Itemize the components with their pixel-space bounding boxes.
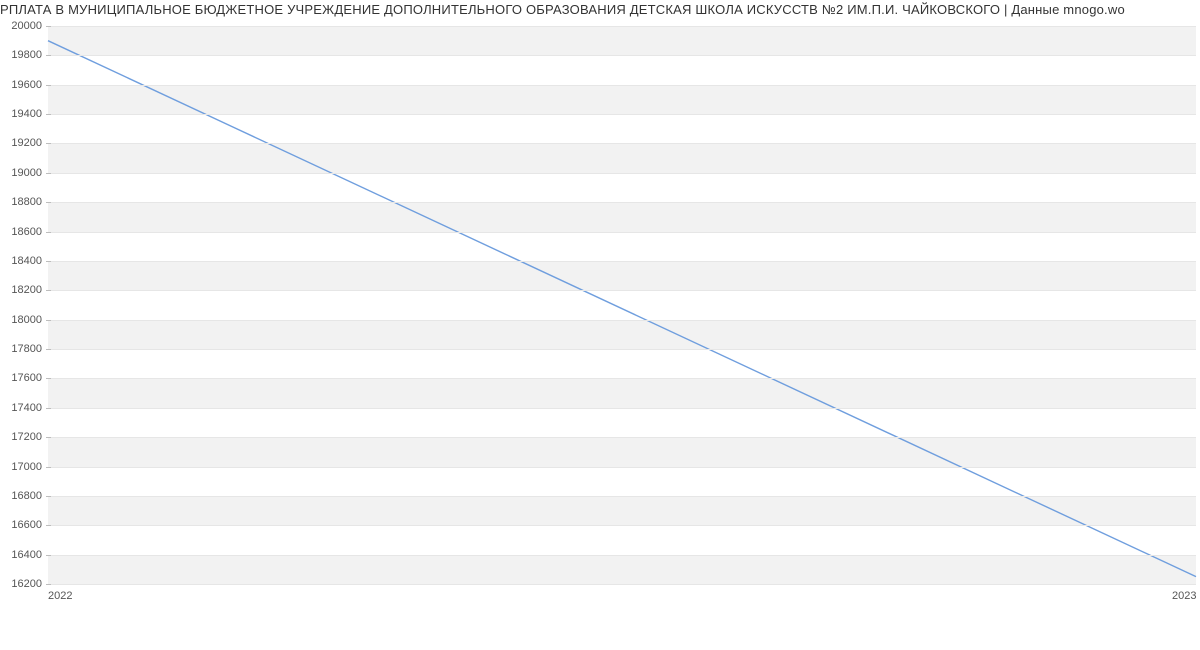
y-tick [46,173,51,174]
y-tick-label: 19400 [0,108,42,120]
y-tick-label: 19800 [0,49,42,61]
y-tick [46,408,51,409]
y-tick [46,349,51,350]
y-tick-label: 17400 [0,402,42,414]
gridline [48,408,1196,409]
x-tick-label: 2023 [1172,590,1196,602]
gridline [48,55,1196,56]
gridline [48,232,1196,233]
gridline [48,525,1196,526]
y-tick-label: 17600 [0,372,42,384]
y-tick-label: 16800 [0,490,42,502]
y-tick [46,496,51,497]
y-tick-label: 17200 [0,431,42,443]
y-tick [46,378,51,379]
y-tick [46,290,51,291]
y-tick-label: 17000 [0,461,42,473]
y-tick [46,437,51,438]
y-tick-label: 18800 [0,196,42,208]
gridline [48,555,1196,556]
gridline [48,378,1196,379]
gridline [48,320,1196,321]
line-series [48,26,1196,584]
y-tick [46,261,51,262]
chart-container: РПЛАТА В МУНИЦИПАЛЬНОЕ БЮДЖЕТНОЕ УЧРЕЖДЕ… [0,0,1200,650]
y-tick [46,143,51,144]
y-tick-label: 19200 [0,137,42,149]
gridline [48,290,1196,291]
y-tick-label: 16400 [0,549,42,561]
y-tick-label: 19600 [0,79,42,91]
x-tick-label: 2022 [48,590,72,602]
y-tick-label: 16600 [0,519,42,531]
y-tick [46,467,51,468]
chart-title: РПЛАТА В МУНИЦИПАЛЬНОЕ БЮДЖЕТНОЕ УЧРЕЖДЕ… [0,2,1200,17]
y-tick-label: 18600 [0,226,42,238]
y-tick [46,525,51,526]
gridline [48,349,1196,350]
gridline [48,437,1196,438]
plot-area [48,26,1196,585]
y-tick [46,555,51,556]
gridline [48,261,1196,262]
gridline [48,584,1196,585]
gridline [48,114,1196,115]
y-tick [46,584,51,585]
y-tick [46,202,51,203]
gridline [48,26,1196,27]
gridline [48,173,1196,174]
gridline [48,202,1196,203]
y-tick [46,114,51,115]
gridline [48,143,1196,144]
y-tick [46,320,51,321]
y-tick-label: 19000 [0,167,42,179]
gridline [48,496,1196,497]
y-tick-label: 18200 [0,284,42,296]
y-tick-label: 18000 [0,314,42,326]
gridline [48,85,1196,86]
y-tick [46,55,51,56]
y-tick-label: 17800 [0,343,42,355]
y-tick-label: 20000 [0,20,42,32]
y-tick-label: 18400 [0,255,42,267]
gridline [48,467,1196,468]
y-tick-label: 16200 [0,578,42,590]
y-tick [46,85,51,86]
y-tick [46,232,51,233]
y-tick [46,26,51,27]
